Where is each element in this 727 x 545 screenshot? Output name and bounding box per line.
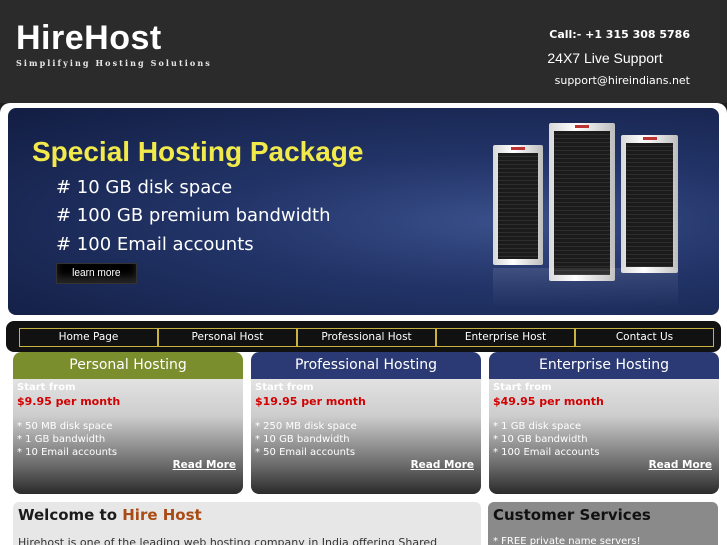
plan-title: Enterprise Hosting xyxy=(489,352,719,379)
banner-feature: # 100 GB premium bandwidth xyxy=(56,205,331,226)
learn-more-label: learn more xyxy=(72,267,121,279)
server-face xyxy=(554,131,610,275)
server-face xyxy=(626,143,673,267)
phone-number: Call:- +1 315 308 5786 xyxy=(549,28,690,41)
learn-more-button[interactable]: learn more xyxy=(56,263,137,284)
promo-banner: Special Hosting Package # 10 GB disk spa… xyxy=(8,108,719,315)
read-more-link[interactable]: Read More xyxy=(411,459,474,471)
welcome-title-prefix: Welcome to xyxy=(18,506,123,524)
main-nav: Home Page Personal Host Professional Hos… xyxy=(6,321,721,352)
server-reflection xyxy=(493,268,678,308)
plan-feature: * 100 Email accounts xyxy=(493,447,600,458)
welcome-title: Welcome to Hire Host xyxy=(18,506,202,524)
banner-feature: # 10 GB disk space xyxy=(56,177,233,198)
plan-card-personal: Personal Hosting Start from $9.95 per mo… xyxy=(13,352,243,494)
server-led xyxy=(575,125,589,128)
contact-info: Call:- +1 315 308 5786 24X7 Live Support… xyxy=(520,24,690,92)
logo-tagline: Simplifying Hosting Solutions xyxy=(16,58,212,68)
plan-title: Personal Hosting xyxy=(13,352,243,379)
plan-price: $9.95 per month xyxy=(17,395,121,408)
site-logo[interactable]: HireHost Simplifying Hosting Solutions xyxy=(16,18,212,68)
logo-text: HireHost xyxy=(16,19,162,57)
plan-feature: * 50 MB disk space xyxy=(17,421,113,432)
server-image xyxy=(493,145,543,265)
banner-title: Special Hosting Package xyxy=(32,136,364,167)
plan-start-label: Start from xyxy=(255,382,314,393)
server-led xyxy=(642,137,657,140)
welcome-text: Hirehost is one of the leading web hosti… xyxy=(18,536,438,545)
customer-services-panel: Customer Services * FREE private name se… xyxy=(488,502,718,545)
plan-title: Professional Hosting xyxy=(251,352,481,379)
plan-feature: * 50 Email accounts xyxy=(255,447,356,458)
server-image xyxy=(621,135,678,273)
welcome-title-accent: Hire Host xyxy=(122,506,202,524)
site-header: HireHost Simplifying Hosting Solutions C… xyxy=(0,0,727,103)
read-more-link[interactable]: Read More xyxy=(649,459,712,471)
support-email[interactable]: support@hireindians.net xyxy=(520,70,690,92)
read-more-link[interactable]: Read More xyxy=(173,459,236,471)
welcome-panel: Welcome to Hire Host Hirehost is one of … xyxy=(13,502,481,545)
plan-feature: * 1 GB disk space xyxy=(493,421,582,432)
nav-personal-host[interactable]: Personal Host xyxy=(158,328,297,347)
plan-feature: * 250 MB disk space xyxy=(255,421,357,432)
nav-enterprise-host[interactable]: Enterprise Host xyxy=(436,328,575,347)
services-text: * FREE private name servers! xyxy=(493,536,641,545)
services-title: Customer Services xyxy=(493,506,651,524)
live-support-label: 24X7 Live Support xyxy=(547,50,663,66)
plan-feature: * 1 GB bandwidth xyxy=(17,434,106,445)
nav-home[interactable]: Home Page xyxy=(19,328,158,347)
plan-price: $19.95 per month xyxy=(255,395,366,408)
server-face xyxy=(498,153,538,259)
nav-professional-host[interactable]: Professional Host xyxy=(297,328,436,347)
plan-price: $49.95 per month xyxy=(493,395,604,408)
server-led xyxy=(511,147,525,150)
plan-feature: * 10 GB bandwidth xyxy=(493,434,588,445)
server-image xyxy=(549,123,615,281)
plan-start-label: Start from xyxy=(17,382,76,393)
banner-feature: # 100 Email accounts xyxy=(56,234,254,255)
plan-card-professional: Professional Hosting Start from $19.95 p… xyxy=(251,352,481,494)
nav-contact-us[interactable]: Contact Us xyxy=(575,328,714,347)
plan-feature: * 10 Email accounts xyxy=(17,447,118,458)
plan-feature: * 10 GB bandwidth xyxy=(255,434,350,445)
plan-card-enterprise: Enterprise Hosting Start from $49.95 per… xyxy=(489,352,719,494)
plan-start-label: Start from xyxy=(493,382,552,393)
